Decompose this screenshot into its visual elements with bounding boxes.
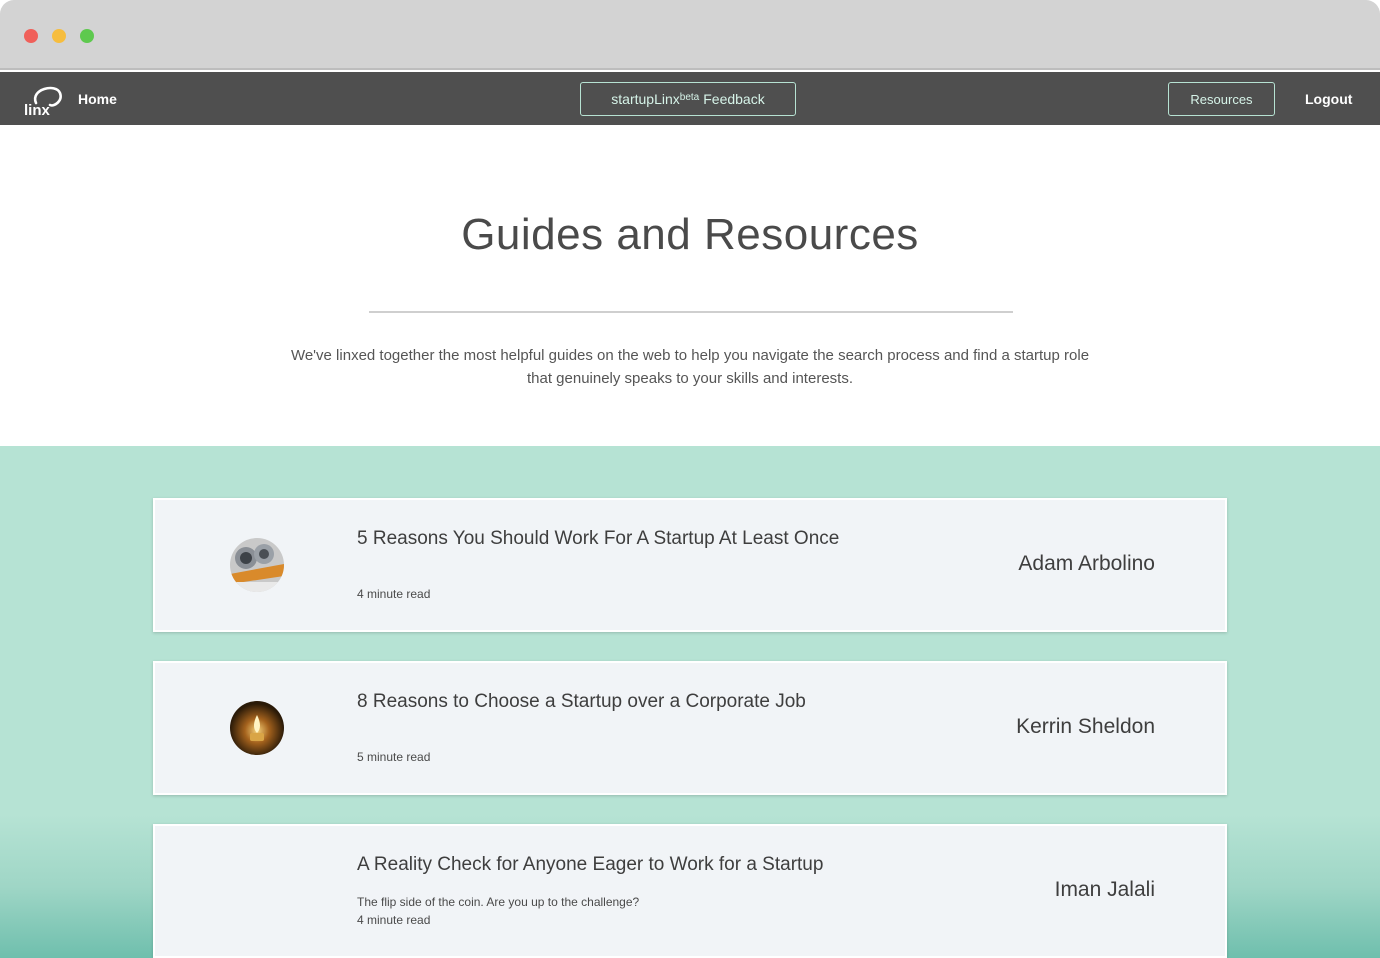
top-navbar: linx Home startupLinx beta Feedback Resour… — [0, 72, 1380, 125]
resource-read-time: 4 minute read — [357, 587, 431, 601]
resource-subtitle: The flip side of the coin. Are you up to… — [357, 895, 640, 909]
resource-card[interactable]: 8 Reasons to Choose a Startup over a Cor… — [153, 661, 1227, 795]
resource-read-time: 4 minute read — [357, 913, 431, 927]
feedback-label: startupLinx — [611, 91, 680, 107]
feedback-beta-label: beta — [679, 91, 700, 103]
resource-title[interactable]: A Reality Check for Anyone Eager to Work… — [357, 854, 823, 876]
resource-card[interactable]: A Reality Check for Anyone Eager to Work… — [153, 824, 1227, 958]
minimize-window-button[interactable] — [52, 29, 66, 43]
svg-text:linx: linx — [24, 102, 50, 117]
resource-author: Kerrin Sheldon — [1016, 715, 1155, 738]
resource-title[interactable]: 8 Reasons to Choose a Startup over a Cor… — [357, 691, 806, 713]
close-window-button[interactable] — [24, 29, 38, 43]
resource-read-time: 5 minute read — [357, 750, 431, 764]
nav-home-link[interactable]: Home — [78, 91, 117, 107]
resource-card[interactable]: 5 Reasons You Should Work For A Startup … — [153, 498, 1227, 632]
feedback-label-end: Feedback — [703, 91, 765, 107]
resource-list-section: 5 Reasons You Should Work For A Startup … — [0, 446, 1380, 958]
linx-logo-icon[interactable]: linx — [22, 81, 66, 117]
candle-thumbnail — [230, 701, 284, 755]
feedback-button[interactable]: startupLinx beta Feedback — [580, 82, 796, 116]
window-titlebar — [0, 0, 1380, 70]
pipes-thumbnail — [230, 538, 284, 592]
browser-window: linx Home startupLinx beta Feedback Resour… — [0, 0, 1380, 958]
resource-author: Iman Jalali — [1054, 878, 1155, 901]
title-divider — [369, 311, 1013, 313]
maximize-window-button[interactable] — [80, 29, 94, 43]
resource-title[interactable]: 5 Reasons You Should Work For A Startup … — [357, 528, 839, 550]
intro-text: We've linxed together the most helpful g… — [290, 347, 1090, 387]
logout-link[interactable]: Logout — [1305, 91, 1352, 107]
resources-button[interactable]: Resources — [1168, 82, 1275, 116]
resource-author: Adam Arbolino — [1018, 552, 1155, 575]
page-title: Guides and Resources — [461, 210, 919, 259]
